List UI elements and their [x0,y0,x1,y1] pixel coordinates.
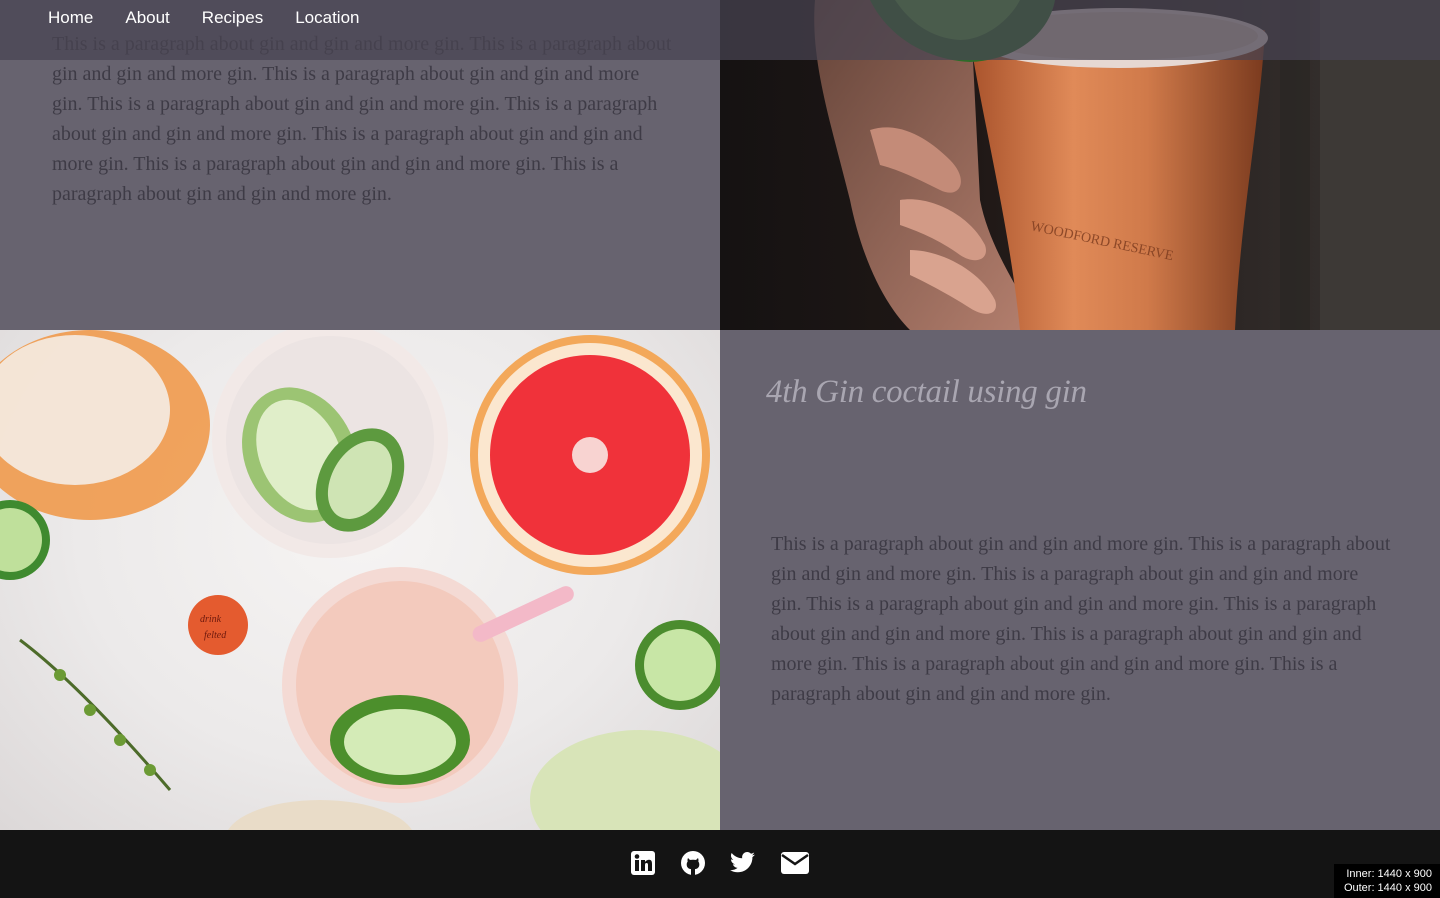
outer-size-text: Outer: 1440 x 900 [1343,882,1432,894]
gin-text-section-bottom: 4th Gin coctail using gin This is a para… [720,330,1440,830]
svg-text:felted: felted [204,630,227,641]
gin-paragraph-bottom: This is a paragraph about gin and gin an… [771,533,1391,705]
twitter-icon[interactable] [730,852,756,879]
inner-size-text: Inner: 1440 x 900 [1346,868,1432,880]
nav-about-link[interactable]: About [125,8,169,28]
gin-cocktails-photo: drink felted [0,330,720,830]
svg-text:drink: drink [200,614,222,625]
nav-recipes-link[interactable]: Recipes [202,8,263,28]
envelope-icon[interactable] [780,851,810,880]
footer [0,830,1440,898]
social-icons [630,850,810,881]
nav-home-link[interactable]: Home [48,8,93,28]
cocktail-heading: 4th Gin coctail using gin [766,374,1087,410]
linkedin-icon[interactable] [630,850,656,881]
github-icon[interactable] [680,850,706,881]
nav-location-link[interactable]: Location [295,8,359,28]
top-navigation: Home About Recipes Location [0,0,1440,60]
viewport-size-overlay: Inner: 1440 x 900 Outer: 1440 x 900 [1333,864,1440,898]
